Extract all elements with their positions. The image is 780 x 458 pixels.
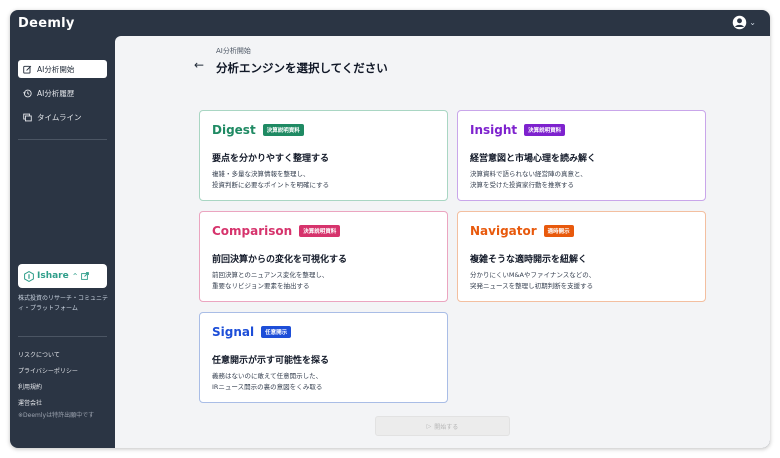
edit-square-icon bbox=[23, 65, 32, 74]
engine-card-navigator[interactable]: Navigator 適時開示 複雑そうな適時開示を紐解く 分かりにくいM&Aやフ… bbox=[457, 211, 706, 302]
card-header: Signal 任意開示 bbox=[212, 325, 292, 339]
play-icon: ▷ bbox=[426, 422, 432, 430]
engine-description: 前回決算とのニュアンス変化を整理し、 重要なリビジョン要素を抽出する bbox=[212, 270, 328, 292]
source-badge: 決算説明資料 bbox=[299, 225, 341, 237]
engine-headline: 前回決算からの変化を可視化する bbox=[212, 255, 348, 265]
start-button-label: 開始する bbox=[434, 423, 459, 431]
description-line: 投資判断に必要なポイントを明確にする bbox=[212, 181, 330, 189]
engine-card-comparison[interactable]: Comparison 決算説明資料 前回決算からの変化を可視化する 前回決算との… bbox=[199, 211, 448, 302]
source-badge: 任意開示 bbox=[261, 326, 292, 338]
description-line: 義務はないのに敢えて任意開示した、 bbox=[212, 372, 323, 380]
description-line: 分かりにくいM&Aやファイナンスなどの、 bbox=[470, 271, 596, 279]
engine-name: Signal bbox=[212, 325, 255, 339]
engine-card-signal[interactable]: Signal 任意開示 任意開示が示す可能性を探る 義務はないのに敢えて任意開示… bbox=[199, 312, 448, 403]
start-button[interactable]: ▷ 開始する bbox=[375, 416, 510, 436]
patent-notice: ※Deemlyは特許出願中です bbox=[18, 412, 95, 419]
description-line: 決算資料で語られない経営陣の真意と、 bbox=[470, 170, 587, 178]
ishare-label: Ishare bbox=[37, 271, 69, 281]
sidebar-divider bbox=[18, 139, 107, 140]
engine-description: 義務はないのに敢えて任意開示した、 IRニュース開示の裏の意図をくみ取る bbox=[212, 371, 322, 393]
source-badge: 決算説明資料 bbox=[262, 124, 304, 136]
card-header: Insight 決算説明資料 bbox=[470, 123, 566, 137]
app-logo[interactable]: Deemly bbox=[18, 16, 75, 31]
sidebar-item-ai-analysis-start[interactable]: AI分析開始 bbox=[18, 60, 107, 78]
timeline-icon bbox=[23, 113, 32, 121]
history-icon bbox=[23, 89, 32, 97]
engine-description: 複雑・多量な決算情報を整理し、 投資判断に必要なポイントを明確にする bbox=[212, 169, 329, 191]
engine-headline: 経営意図と市場心理を読み解く bbox=[470, 154, 597, 164]
company-link[interactable]: 運営会社 bbox=[18, 398, 42, 407]
description-line: 重要なリビジョン要素を抽出する bbox=[212, 282, 310, 290]
description-line: 複雑・多量な決算情報を整理し、 bbox=[212, 170, 310, 178]
source-badge: 適時開示 bbox=[543, 225, 574, 237]
back-arrow-icon[interactable]: ← bbox=[194, 58, 204, 72]
card-header: Navigator 適時開示 bbox=[470, 224, 574, 238]
engine-name: Comparison bbox=[212, 224, 293, 238]
engine-name: Navigator bbox=[470, 224, 537, 238]
description-line: 突発ニュースを整理し初期判断を支援する bbox=[470, 282, 594, 290]
engine-description: 決算資料で語られない経営陣の真意と、 決算を受けた投資家行動を推察する bbox=[470, 169, 587, 191]
sidebar: AI分析開始 AI分析履歴 タイムライン Ishare ⌃ 株式投資のリサーチ・… bbox=[10, 36, 115, 448]
card-header: Digest 決算説明資料 bbox=[212, 123, 304, 137]
chevron-down-icon: ⌄ bbox=[749, 18, 756, 27]
risk-link[interactable]: リスクについて bbox=[18, 350, 60, 359]
user-menu[interactable]: ⌄ bbox=[732, 15, 756, 30]
engine-name: Digest bbox=[212, 123, 256, 137]
sidebar-item-label: AI分析開始 bbox=[37, 64, 75, 74]
description-line: 決算を受けた投資家行動を推察する bbox=[470, 181, 574, 189]
engine-headline: 複雑そうな適時開示を紐解く bbox=[470, 255, 588, 265]
breadcrumb: AI分析開始 bbox=[216, 47, 251, 55]
external-link-icon bbox=[81, 272, 90, 280]
top-bar: Deemly ⌄ bbox=[10, 10, 770, 36]
card-header: Comparison 決算説明資料 bbox=[212, 224, 341, 238]
engine-name: Insight bbox=[470, 123, 518, 137]
terms-link[interactable]: 利用規約 bbox=[18, 382, 42, 391]
engine-card-digest[interactable]: Digest 決算説明資料 要点を分かりやすく整理する 複雑・多量な決算情報を整… bbox=[199, 110, 448, 201]
sidebar-item-ai-analysis-history[interactable]: AI分析履歴 bbox=[18, 84, 107, 102]
sidebar-divider bbox=[18, 336, 107, 337]
page-title: 分析エンジンを選択してください bbox=[216, 61, 388, 75]
engine-description: 分かりにくいM&Aやファイナンスなどの、 突発ニュースを整理し初期判断を支援する bbox=[470, 270, 595, 292]
ishare-logo-icon bbox=[24, 270, 34, 282]
sidebar-item-label: AI分析履歴 bbox=[37, 88, 75, 98]
engine-headline: 要点を分かりやすく整理する bbox=[212, 154, 330, 164]
description-line: IRニュース開示の裏の意図をくみ取る bbox=[212, 383, 323, 391]
sidebar-item-label: タイムライン bbox=[37, 112, 82, 122]
ishare-link[interactable]: Ishare ⌃ bbox=[18, 264, 107, 288]
user-avatar-icon bbox=[733, 15, 747, 30]
sidebar-tagline: 株式投資のリサーチ・コミュニティ・プラットフォーム bbox=[18, 295, 109, 312]
chevron-up-icon: ⌃ bbox=[71, 271, 79, 281]
engine-headline: 任意開示が示す可能性を探る bbox=[212, 356, 330, 366]
app-window: Deemly ⌄ AI分析開始 AI分析履歴 タイムライン Ishare ⌃ 株… bbox=[10, 10, 770, 448]
privacy-policy-link[interactable]: プライバシーポリシー bbox=[18, 366, 78, 375]
sidebar-item-timeline[interactable]: タイムライン bbox=[18, 108, 107, 126]
main-content: AI分析開始 ← 分析エンジンを選択してください Digest 決算説明資料 要… bbox=[115, 36, 770, 448]
source-badge: 決算説明資料 bbox=[524, 124, 566, 136]
engine-card-insight[interactable]: Insight 決算説明資料 経営意図と市場心理を読み解く 決算資料で語られない… bbox=[457, 110, 706, 201]
description-line: 前回決算とのニュアンス変化を整理し、 bbox=[212, 271, 329, 279]
